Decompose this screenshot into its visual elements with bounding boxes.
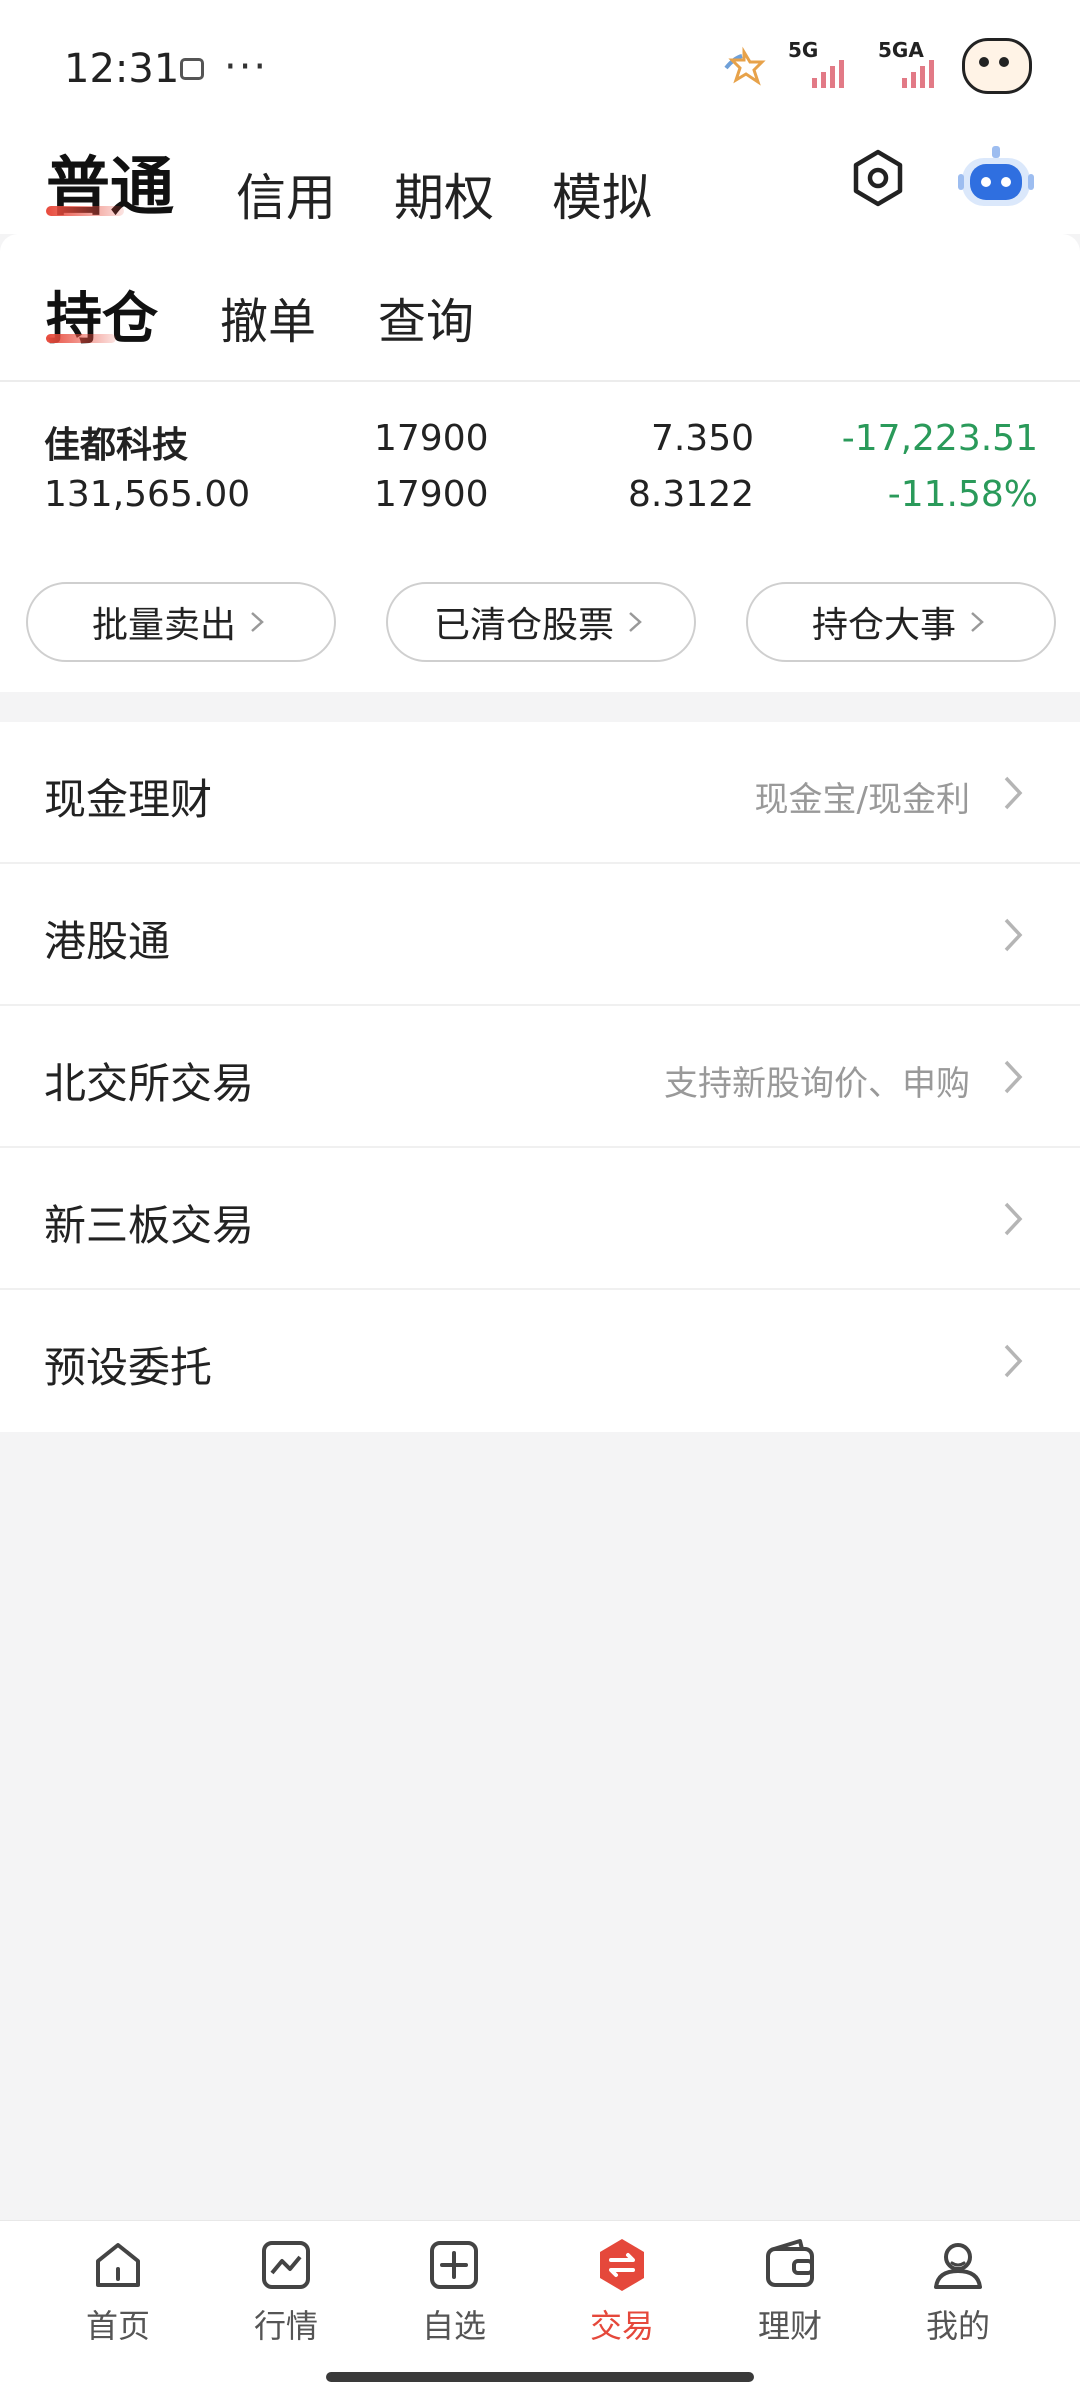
chevron-right-icon [971, 612, 984, 632]
menu-item-hint: 支持新股询价、申购 [664, 1064, 970, 1104]
cleared-stocks-button[interactable]: 已清仓股票 [386, 582, 696, 662]
wallet-icon [766, 2239, 814, 2287]
home-indicator[interactable] [326, 2372, 754, 2382]
nav-label: 首页 [85, 2307, 150, 2345]
cost-price: 8.3122 [628, 474, 754, 515]
nav-label: 自选 [421, 2307, 486, 2345]
chevron-right-icon [251, 612, 264, 632]
holding-events-label: 持仓大事 [811, 605, 956, 646]
tab-options[interactable]: 期权 [394, 158, 494, 230]
wifi-icon [724, 46, 766, 86]
chevron-right-icon [1004, 1202, 1023, 1236]
profit-loss-pct: -11.58% [887, 474, 1038, 515]
add-square-icon [430, 2241, 478, 2289]
tab-credit[interactable]: 信用 [236, 158, 336, 230]
nav-watchlist[interactable]: 自选 [384, 2235, 524, 2365]
active-subtab-indicator [46, 334, 116, 343]
tab-cancel-order[interactable]: 撤单 [220, 282, 316, 352]
menu-item-hint: 现金宝/现金利 [754, 780, 970, 820]
active-tab-indicator [46, 206, 124, 216]
current-price: 7.350 [650, 418, 754, 459]
chevron-right-icon [1004, 1344, 1023, 1378]
batch-sell-label: 批量卖出 [91, 605, 236, 646]
nav-home[interactable]: 首页 [48, 2235, 188, 2365]
chart-icon [262, 2241, 310, 2289]
signal-icon: 5GA [872, 38, 952, 94]
cleared-stocks-label: 已清仓股票 [433, 605, 614, 646]
menu-item-bse-trading[interactable]: 北交所交易 支持新股询价、申购 [0, 1006, 1080, 1148]
menu-item-title: 港股通 [44, 917, 171, 966]
profit-loss: -17,223.51 [841, 418, 1038, 459]
status-time: 12:31 [64, 46, 180, 92]
notification-icon [180, 58, 204, 80]
tab-simulation[interactable]: 模拟 [552, 158, 652, 230]
divider [0, 380, 1080, 382]
menu-item-title: 预设委托 [44, 1343, 213, 1392]
menu-item-neeq-trading[interactable]: 新三板交易 [0, 1148, 1080, 1290]
home-icon [96, 2243, 140, 2287]
holding-qty: 17900 [374, 418, 489, 459]
chevron-right-icon [1004, 1060, 1023, 1094]
chevron-right-icon [1004, 776, 1023, 810]
signal-icon: 5G [782, 38, 862, 94]
trade-page: 12:31 ··· 5G 5GA 普通 信用 期权 模拟 持仓 撤单 查询 佳都… [0, 0, 1080, 2400]
status-indicators: 5G 5GA [720, 36, 1032, 96]
chevron-right-icon [1004, 918, 1023, 952]
holding-events-button[interactable]: 持仓大事 [746, 582, 1056, 662]
chevron-right-icon [629, 612, 642, 632]
menu-item-title: 北交所交易 [44, 1059, 255, 1108]
menu-item-hk-connect[interactable]: 港股通 [0, 864, 1080, 1006]
settings-icon[interactable] [848, 148, 908, 208]
tab-query[interactable]: 查询 [378, 282, 474, 352]
menu-item-title: 新三板交易 [44, 1201, 255, 1250]
nav-wealth[interactable]: 理财 [720, 2235, 860, 2365]
nav-trade[interactable]: 交易 [552, 2235, 692, 2365]
status-bar: 12:31 ··· 5G 5GA [0, 0, 1080, 130]
battery-icon [962, 38, 1032, 94]
nav-mine[interactable]: 我的 [888, 2235, 1028, 2365]
batch-sell-button[interactable]: 批量卖出 [26, 582, 336, 662]
nav-label: 行情 [253, 2307, 318, 2345]
nav-label: 我的 [925, 2307, 990, 2345]
menu-item-preset-order[interactable]: 预设委托 [0, 1290, 1080, 1432]
nav-market[interactable]: 行情 [216, 2235, 356, 2365]
menu-item-title: 现金理财 [44, 775, 213, 824]
assistant-robot-icon[interactable] [958, 140, 1034, 216]
menu-item-cash-management[interactable]: 现金理财 现金宝/现金利 [0, 722, 1080, 864]
account-tabs: 普通 信用 期权 模拟 [0, 130, 1080, 234]
stock-name: 佳都科技 [44, 425, 189, 466]
holdings-card: 持仓 撤单 查询 佳都科技 131,565.00 17900 17900 7.3… [0, 234, 1080, 692]
available-qty: 17900 [374, 474, 489, 515]
nav-label: 理财 [757, 2307, 822, 2345]
trade-icon [600, 2239, 644, 2291]
more-notifications-icon: ··· [224, 44, 269, 90]
market-value: 131,565.00 [44, 474, 251, 515]
user-icon [934, 2243, 982, 2289]
nav-label: 交易 [589, 2307, 654, 2345]
service-menu: 现金理财 现金宝/现金利 港股通 北交所交易 支持新股询价、申购 新三板交易 预… [0, 722, 1080, 1432]
